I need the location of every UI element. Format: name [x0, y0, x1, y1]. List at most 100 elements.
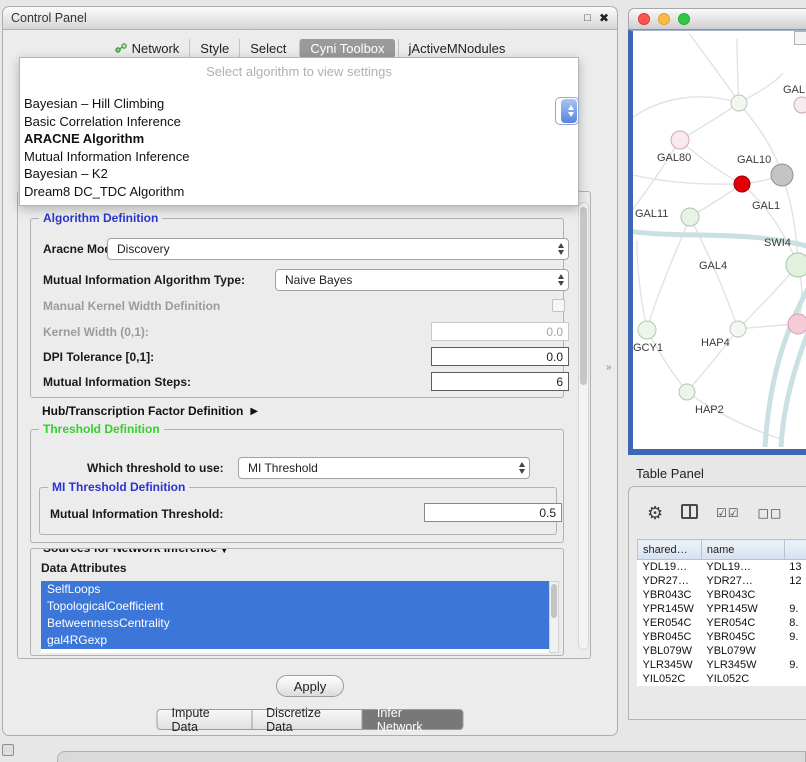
table-cell[interactable]: YPR145W	[638, 602, 702, 616]
network-window-titlebar[interactable]	[628, 8, 806, 30]
table-cell[interactable]: 13	[784, 560, 806, 575]
attribute-item[interactable]: gal4RGexp	[41, 632, 549, 649]
table-cell[interactable]: YBR045C	[701, 630, 784, 644]
tab-impute-data[interactable]: Impute Data	[157, 709, 253, 730]
gear-icon[interactable]: ⚙	[647, 503, 663, 524]
table-cell[interactable]: 12	[784, 574, 806, 588]
table-cell[interactable]: YDL19…	[701, 560, 784, 575]
table-cell[interactable]: YBR045C	[638, 630, 702, 644]
columns-icon[interactable]	[681, 504, 698, 522]
table-cell[interactable]: YBL079W	[638, 644, 702, 658]
algorithm-option[interactable]: Bayesian – K2	[20, 165, 578, 183]
manual-kernel-checkbox[interactable]	[552, 299, 565, 312]
table-cell[interactable]: 9.	[784, 658, 806, 672]
network-node[interactable]	[731, 95, 747, 111]
algorithm-option[interactable]: Basic Correlation Inference	[20, 113, 578, 131]
table-cell[interactable]: YLR345W	[701, 658, 784, 672]
table-cell[interactable]: YLR345W	[638, 658, 702, 672]
settings-scrollbar[interactable]	[578, 202, 589, 650]
table-cell[interactable]: YBL079W	[701, 644, 784, 658]
hub-definition-expander[interactable]: Hub/Transcription Factor Definition ▶	[42, 404, 258, 418]
network-node[interactable]	[681, 208, 699, 226]
float-window-icon[interactable]: □	[584, 12, 591, 24]
network-node[interactable]	[734, 176, 750, 192]
deselect-all-icon[interactable]: □□	[758, 506, 783, 520]
network-node[interactable]	[771, 164, 793, 186]
table-cell[interactable]: 8.	[784, 616, 806, 630]
table-cell[interactable]: YIL052C	[638, 672, 702, 686]
scrollbar-thumb[interactable]	[580, 207, 587, 385]
network-node[interactable]	[788, 314, 806, 334]
minimize-traffic-light[interactable]	[658, 13, 670, 25]
tab-discretize-data[interactable]: Discretize Data	[252, 709, 363, 730]
network-node[interactable]	[638, 321, 656, 339]
table-cell[interactable]: YBR043C	[638, 588, 702, 602]
algorithm-option[interactable]: Mutual Information Inference	[20, 148, 578, 166]
table-row[interactable]: YBR043CYBR043C	[638, 588, 806, 602]
tab-cyni-toolbox[interactable]: Cyni Toolbox	[299, 39, 394, 58]
table-cell[interactable]: YIL052C	[701, 672, 784, 686]
table-cell[interactable]: YDR27…	[701, 574, 784, 588]
minimized-panel-icon[interactable]	[2, 744, 14, 756]
apply-button[interactable]: Apply	[276, 675, 344, 697]
table-row[interactable]: YPR145WYPR145W9.	[638, 602, 806, 616]
close-traffic-light[interactable]	[638, 13, 650, 25]
scrollbar-corner[interactable]	[794, 31, 806, 45]
algorithm-option[interactable]: Dream8 DC_TDC Algorithm	[20, 183, 578, 201]
tab-style[interactable]: Style	[189, 39, 239, 58]
control-panel-titlebar[interactable]: Control Panel □ ✖	[3, 7, 617, 30]
close-icon[interactable]: ✖	[599, 11, 609, 25]
tab-jactivemnodules[interactable]: jActiveMNodules	[398, 39, 516, 58]
panel-resize-handle[interactable]: »	[606, 362, 612, 373]
table-cell[interactable]: YDR27…	[638, 574, 702, 588]
sources-group-title[interactable]: Sources for Network Inference ▼	[39, 548, 232, 555]
network-canvas[interactable]: GALGAL80GAL10GAL11GAL1SWI4GAL4GCY1HAP4HA…	[628, 30, 806, 455]
attribute-item[interactable]: SelfLoops	[41, 581, 549, 598]
aracne-mode-select[interactable]: Discovery	[107, 238, 569, 260]
algorithm-option[interactable]: ARACNE Algorithm	[20, 130, 578, 148]
network-node[interactable]	[679, 384, 695, 400]
table-row[interactable]: YIL052CYIL052C	[638, 672, 806, 686]
table-row[interactable]: YLR345WYLR345W9.	[638, 658, 806, 672]
which-threshold-select[interactable]: MI Threshold	[238, 457, 530, 479]
algorithm-option[interactable]: Bayesian – Hill Climbing	[20, 95, 578, 113]
attribute-item[interactable]: TopologicalCoefficient	[41, 598, 549, 615]
tab-select[interactable]: Select	[239, 39, 296, 58]
table-row[interactable]: YBL079WYBL079W	[638, 644, 806, 658]
table-row[interactable]: YDL19…YDL19…13	[638, 560, 806, 575]
table-cell[interactable]: YER054C	[638, 616, 702, 630]
dpi-tolerance-field[interactable]: 0.0	[431, 347, 569, 366]
table-cell[interactable]: YPR145W	[701, 602, 784, 616]
attribute-item[interactable]: BetweennessCentrality	[41, 615, 549, 632]
network-node[interactable]	[794, 97, 806, 113]
network-node[interactable]	[786, 253, 806, 277]
table-row[interactable]: YDR27…YDR27…12	[638, 574, 806, 588]
table-cell[interactable]: YER054C	[701, 616, 784, 630]
table-row[interactable]: YER054CYER054C8.	[638, 616, 806, 630]
select-all-icon[interactable]: ☑☑	[716, 506, 740, 520]
column-header[interactable]: shared…	[638, 540, 702, 560]
table-row[interactable]: YBR045CYBR045C9.	[638, 630, 806, 644]
mi-type-select[interactable]: Naive Bayes	[275, 269, 569, 291]
table-cell[interactable]	[784, 644, 806, 658]
table-cell[interactable]	[784, 672, 806, 686]
network-node[interactable]	[730, 321, 746, 337]
table-cell[interactable]: YBR043C	[701, 588, 784, 602]
table-cell[interactable]: 9.	[784, 602, 806, 616]
table-cell[interactable]	[784, 588, 806, 602]
tab-network[interactable]: Network	[105, 39, 190, 58]
attributes-scrollbar[interactable]	[549, 581, 559, 653]
zoom-traffic-light[interactable]	[678, 13, 690, 25]
table-cell[interactable]: YDL19…	[638, 560, 702, 575]
scrollbar-thumb[interactable]	[551, 584, 557, 618]
column-header[interactable]	[784, 540, 806, 560]
mi-threshold-field[interactable]: 0.5	[424, 503, 562, 522]
mi-steps-field[interactable]: 6	[431, 372, 569, 391]
algorithm-combobox-button[interactable]	[555, 97, 579, 125]
table-cell[interactable]: 9.	[784, 630, 806, 644]
data-attributes-list[interactable]: SelfLoopsTopologicalCoefficientBetweenne…	[41, 581, 549, 653]
column-header[interactable]: name	[701, 540, 784, 560]
kernel-width-field[interactable]: 0.0	[431, 322, 569, 341]
network-node[interactable]	[671, 131, 689, 149]
tab-infer-network[interactable]: Infer Network	[363, 709, 464, 730]
